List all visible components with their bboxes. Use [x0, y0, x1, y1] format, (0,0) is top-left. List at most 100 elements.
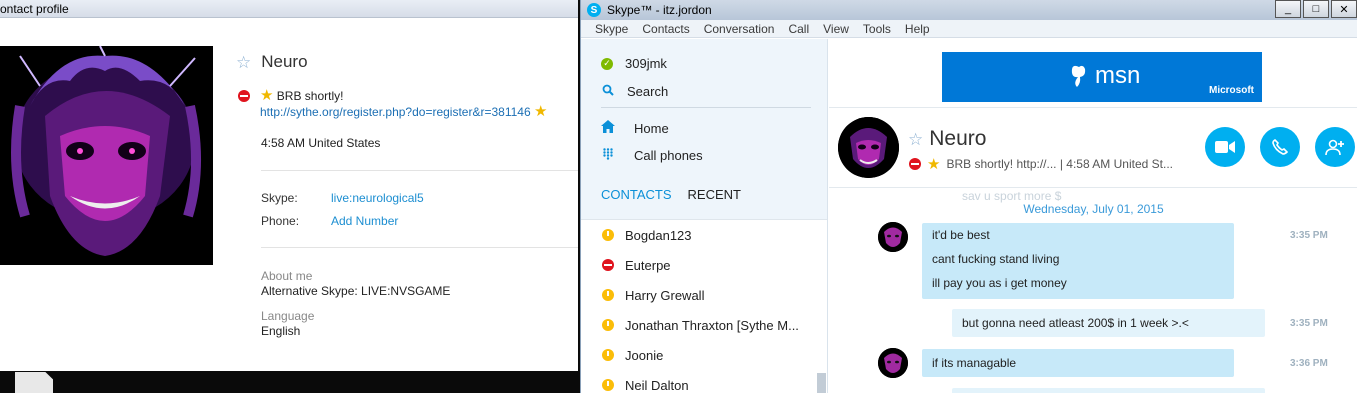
- away-status-icon: [602, 319, 614, 331]
- minimize-button[interactable]: _: [1275, 0, 1301, 18]
- profile-status-row: ★ BRB shortly! http://sythe.org/register…: [238, 88, 547, 120]
- menu-conversation[interactable]: Conversation: [697, 22, 782, 36]
- divider: [261, 170, 578, 171]
- menu-tools[interactable]: Tools: [856, 22, 898, 36]
- home-nav-item[interactable]: Home: [601, 120, 669, 136]
- phone-icon: [1272, 139, 1288, 155]
- message-bubble-incoming[interactable]: it'd be best cant fucking stand living i…: [922, 223, 1234, 299]
- contact-item[interactable]: Joonie: [581, 340, 827, 370]
- add-number-link[interactable]: Add Number: [331, 214, 398, 228]
- avatar-image: [838, 117, 899, 178]
- message-line: ill pay you as i get money: [932, 276, 1067, 290]
- contacts-tabs: CONTACTS RECENT: [601, 187, 741, 202]
- away-status-icon: [602, 289, 614, 301]
- skype-logo-icon: S: [587, 3, 601, 17]
- skype-field-label: Skype:: [261, 191, 298, 205]
- account-name: 309jmk: [625, 56, 667, 71]
- divider: [829, 187, 1357, 188]
- avatar-image: [0, 46, 213, 265]
- maximize-button[interactable]: □: [1303, 0, 1329, 18]
- away-status-icon: [602, 379, 614, 391]
- contact-avatar[interactable]: [838, 117, 899, 178]
- message-bubble-incoming[interactable]: if its managable: [922, 349, 1234, 377]
- message-bubble-outgoing[interactable]: but gonna need atleast 200$ in 1 week >.…: [952, 309, 1265, 337]
- chat-contact-name: Neuro: [929, 127, 987, 150]
- msn-logo: msn: [1069, 62, 1140, 90]
- sender-avatar[interactable]: [878, 348, 908, 378]
- contact-name: Neil Dalton: [625, 377, 689, 393]
- online-status-icon: ✓: [601, 57, 613, 70]
- menu-view[interactable]: View: [816, 22, 856, 36]
- contact-name: Bogdan123: [625, 227, 692, 243]
- search-row[interactable]: Search: [601, 84, 668, 99]
- home-label: Home: [634, 120, 669, 136]
- msn-brand-text: msn: [1095, 62, 1141, 89]
- contact-name: Jonathan Thraxton [Sythe M...: [625, 317, 799, 333]
- skype-id-link[interactable]: live:neurological5: [331, 191, 424, 205]
- profile-window-title: ontact profile: [0, 0, 578, 18]
- audio-call-button[interactable]: [1260, 127, 1300, 167]
- about-me-value: Alternative Skype: LIVE:NVSGAME: [261, 284, 451, 298]
- skype-window-title: Skype™ - itz.jordon: [607, 3, 712, 17]
- do-not-disturb-status-icon: [909, 158, 921, 170]
- search-icon: [601, 84, 615, 99]
- sender-avatar[interactable]: [878, 222, 908, 252]
- sidebar: ✓ 309jmk Search Home Call phones CONTACT…: [581, 39, 828, 393]
- menu-contacts[interactable]: Contacts: [635, 22, 696, 36]
- do-not-disturb-status-icon: [238, 90, 250, 102]
- conversation-pane: msn Microsoft ☆ Neuro ★ BRB shortly! htt…: [829, 39, 1357, 393]
- mood-message: ★ BRB shortly! http://sythe.org/register…: [260, 88, 547, 120]
- favorite-star-icon[interactable]: ☆: [908, 131, 923, 148]
- chat-contact-name-row: ☆ Neuro: [908, 127, 986, 151]
- home-icon: [601, 120, 615, 136]
- divider: [601, 107, 811, 108]
- message-line: but gonna need atleast 200$ in 1 week >.…: [962, 316, 1189, 330]
- do-not-disturb-status-icon: [602, 259, 614, 271]
- local-time: 4:58 AM United States: [261, 136, 381, 150]
- contacts-scrollbar[interactable]: [817, 373, 826, 393]
- tab-contacts[interactable]: CONTACTS: [601, 187, 672, 202]
- call-phones-nav-item[interactable]: Call phones: [601, 148, 703, 163]
- menu-help[interactable]: Help: [898, 22, 937, 36]
- desktop-file-icon[interactable]: [15, 372, 53, 393]
- tab-recent[interactable]: RECENT: [688, 187, 741, 202]
- profile-avatar: [0, 46, 213, 265]
- menu-skype[interactable]: Skype: [588, 22, 635, 36]
- mood-text: BRB shortly!: [276, 89, 344, 103]
- window-controls: _ □ ✕: [1273, 0, 1357, 18]
- msn-ad-banner[interactable]: msn Microsoft: [942, 52, 1262, 102]
- contact-item[interactable]: Euterpe: [581, 250, 827, 280]
- divider: [829, 107, 1357, 108]
- contact-name: Joonie: [625, 347, 664, 363]
- add-people-button[interactable]: [1315, 127, 1355, 167]
- close-button[interactable]: ✕: [1331, 0, 1357, 18]
- contact-item[interactable]: Jonathan Thraxton [Sythe M...: [581, 310, 827, 340]
- video-call-button[interactable]: [1205, 127, 1245, 167]
- message-line: it'd be best: [932, 228, 990, 242]
- message-line: if its managable: [932, 356, 1017, 370]
- star-emoticon-icon: ★: [260, 87, 274, 104]
- faded-previous-message: sav u sport more $: [962, 189, 1062, 203]
- message-line: cant fucking stand living: [932, 252, 1060, 266]
- contact-name: Euterpe: [625, 257, 671, 273]
- call-phones-label: Call phones: [634, 148, 703, 163]
- contact-item[interactable]: Harry Grewall: [581, 280, 827, 310]
- divider: [261, 247, 578, 248]
- menu-bar: Skype Contacts Conversation Call View To…: [581, 20, 1357, 38]
- star-emoticon-icon: ★: [927, 156, 941, 173]
- chat-status-row: ★ BRB shortly! http://... | 4:58 AM Unit…: [909, 155, 1173, 173]
- message-bubble-outgoing[interactable]: [952, 388, 1265, 393]
- mood-link[interactable]: http://sythe.org/register.php?do=registe…: [260, 105, 531, 119]
- language-label: Language: [261, 309, 315, 323]
- profile-name-row: ☆ Neuro: [236, 52, 308, 72]
- message-timestamp: 3:35 PM: [1290, 318, 1328, 329]
- profile-name: Neuro: [261, 52, 308, 71]
- favorite-star-icon[interactable]: ☆: [236, 54, 251, 71]
- menu-call[interactable]: Call: [781, 22, 816, 36]
- away-status-icon: [602, 349, 614, 361]
- contact-item[interactable]: Bogdan123: [581, 220, 827, 250]
- account-status-row[interactable]: ✓ 309jmk: [601, 56, 667, 71]
- contact-name: Harry Grewall: [625, 287, 705, 303]
- video-camera-icon: [1215, 141, 1235, 153]
- contact-item[interactable]: Neil Dalton: [581, 370, 827, 393]
